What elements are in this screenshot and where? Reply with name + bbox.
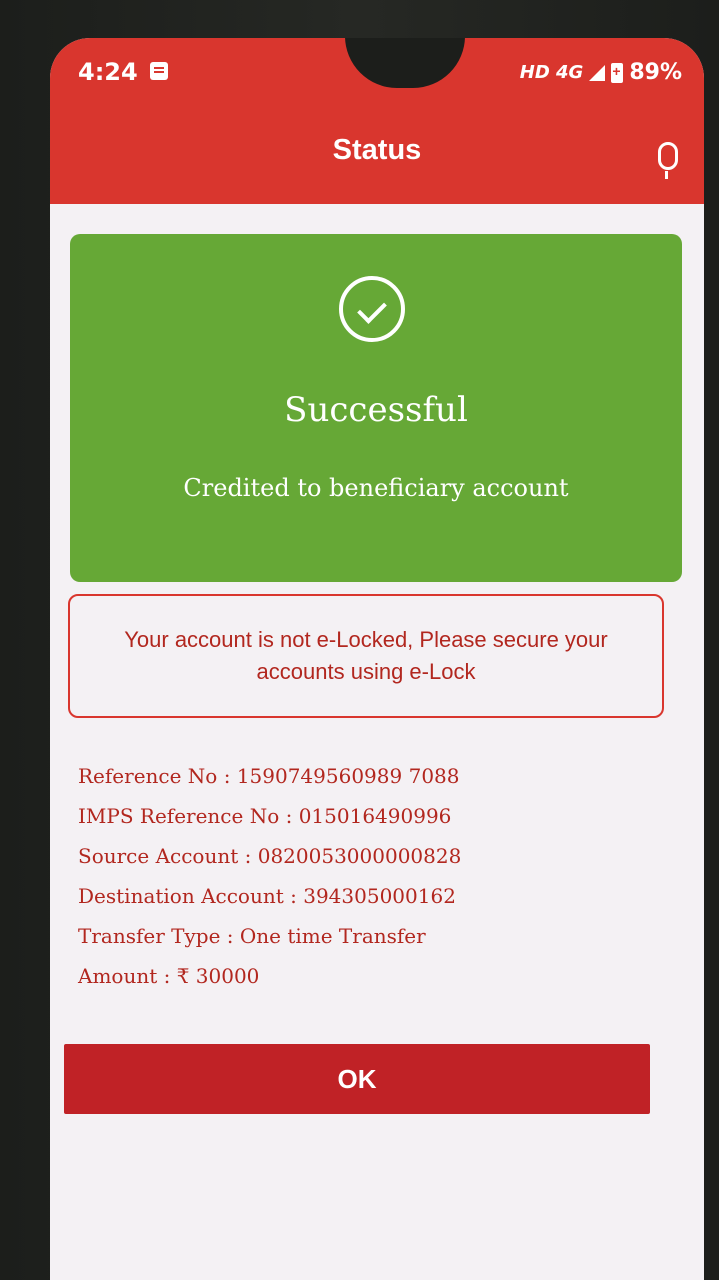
notification-icon xyxy=(150,62,168,80)
detail-value: 0820053000000828 xyxy=(257,844,462,868)
camera-notch xyxy=(345,38,465,88)
network-label: HD 4G xyxy=(519,62,584,83)
detail-label: IMPS Reference No xyxy=(78,804,280,828)
detail-label: Destination Account xyxy=(78,884,284,908)
ok-button[interactable]: OK xyxy=(64,1044,650,1114)
detail-label: Amount xyxy=(78,964,158,988)
result-subtitle: Credited to beneficiary account xyxy=(183,474,569,502)
signal-icon xyxy=(589,64,606,81)
detail-value: 394305000162 xyxy=(303,884,456,908)
detail-row-destination-account: Destination Account : 394305000162 xyxy=(78,884,456,908)
detail-value: 1590749560989 7088 xyxy=(236,764,460,788)
detail-value: 015016490996 xyxy=(298,804,452,828)
detail-row-source-account: Source Account : 0820053000000828 xyxy=(78,844,462,868)
microphone-icon[interactable] xyxy=(658,142,678,179)
detail-row-amount: Amount : ₹ 30000 xyxy=(78,964,260,988)
success-card: Successful Credited to beneficiary accou… xyxy=(70,234,682,582)
elock-warning-text: Your account is not e-Locked, Please sec… xyxy=(124,627,608,684)
battery-icon xyxy=(611,62,624,83)
app-header: 4:24 HD 4G 89% Status xyxy=(50,38,704,204)
detail-row-transfer-type: Transfer Type : One time Transfer xyxy=(78,924,426,948)
status-indicators: HD 4G 89% xyxy=(520,60,682,85)
detail-value: One time Transfer xyxy=(239,924,426,948)
app-screen: 4:24 HD 4G 89% Status Successful Credite… xyxy=(50,38,704,1280)
battery-percent: 89% xyxy=(629,60,682,85)
checkmark-circle-icon xyxy=(339,276,405,342)
result-title: Successful xyxy=(284,390,468,430)
detail-label: Source Account xyxy=(78,844,239,868)
phone-frame: 4:24 HD 4G 89% Status Successful Credite… xyxy=(0,0,719,1280)
detail-row-reference: Reference No : 1590749560989 7088 xyxy=(78,764,460,788)
status-time: 4:24 xyxy=(78,58,138,86)
page-title: Status xyxy=(332,134,422,166)
detail-label: Transfer Type xyxy=(78,924,221,948)
detail-row-imps-reference: IMPS Reference No : 015016490996 xyxy=(78,804,452,828)
transaction-details: Reference No : 1590749560989 7088 IMPS R… xyxy=(78,756,678,996)
detail-value: ₹ 30000 xyxy=(176,964,260,988)
detail-label: Reference No xyxy=(78,764,218,788)
elock-warning: Your account is not e-Locked, Please sec… xyxy=(68,594,664,718)
